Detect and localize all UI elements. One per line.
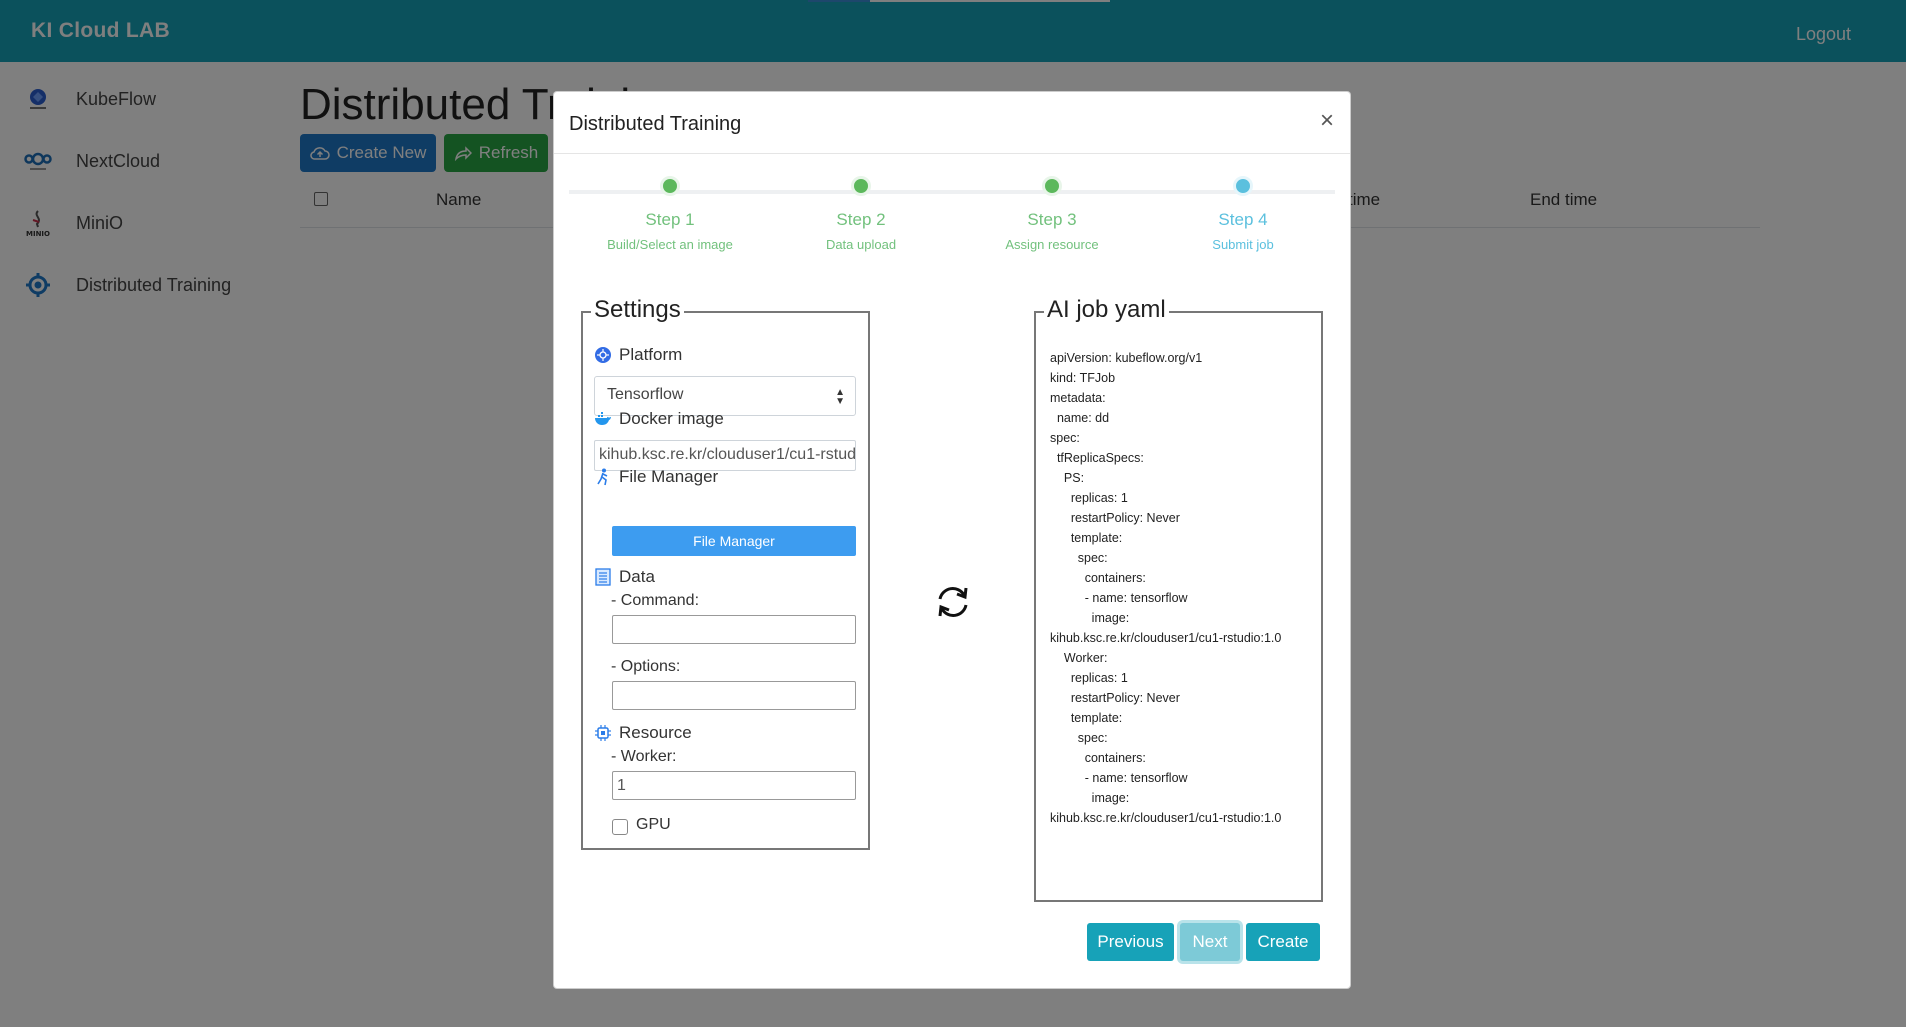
settings-legend: Settings xyxy=(591,296,684,324)
docker-icon xyxy=(594,410,612,428)
platform-select-value: Tensorflow xyxy=(607,386,684,403)
settings-fieldset: Settings Platform Tensorflow ▲ ▼ Docker i… xyxy=(581,296,870,850)
previous-button[interactable]: Previous xyxy=(1087,923,1174,961)
resource-label: Resource xyxy=(594,723,692,743)
docker-image-label: Docker image xyxy=(594,409,724,429)
kubernetes-icon xyxy=(594,346,612,364)
options-label: - Options: xyxy=(611,658,681,675)
running-person-icon xyxy=(594,468,612,486)
gpu-label: GPU xyxy=(636,816,671,833)
distributed-training-modal: Distributed Training × Step 1 Build/Sele… xyxy=(553,91,1351,989)
data-label-text: Data xyxy=(619,567,655,586)
step-title: Step 2 xyxy=(836,210,886,229)
step-subtitle: Build/Select an image xyxy=(607,237,733,252)
command-input[interactable] xyxy=(612,615,856,644)
chip-icon xyxy=(594,724,612,742)
step-title: Step 3 xyxy=(1027,210,1077,229)
step-subtitle: Submit job xyxy=(1212,237,1274,252)
options-input[interactable] xyxy=(612,681,856,710)
close-icon[interactable]: × xyxy=(1320,109,1334,133)
platform-label: Platform xyxy=(594,345,682,365)
create-button[interactable]: Create xyxy=(1246,923,1320,961)
modal-header: Distributed Training × xyxy=(554,92,1350,154)
command-label: - Command: xyxy=(611,592,700,609)
document-list-icon xyxy=(594,568,612,586)
step-4[interactable]: Step 4 Submit job xyxy=(1163,176,1323,252)
next-button[interactable]: Next xyxy=(1180,923,1240,961)
yaml-legend: AI job yaml xyxy=(1044,296,1169,324)
step-3[interactable]: Step 3 Assign resource xyxy=(972,176,1132,252)
select-caret-icon: ▲ ▼ xyxy=(835,387,845,407)
file-manager-button[interactable]: File Manager xyxy=(612,526,856,556)
gpu-checkbox[interactable] xyxy=(612,819,628,835)
step-dot xyxy=(1233,176,1253,196)
step-dot xyxy=(660,176,680,196)
step-subtitle: Assign resource xyxy=(1005,237,1099,252)
step-1[interactable]: Step 1 Build/Select an image xyxy=(590,176,750,252)
step-2[interactable]: Step 2 Data upload xyxy=(781,176,941,252)
worker-label: - Worker: xyxy=(611,748,677,765)
docker-image-label-text: Docker image xyxy=(619,409,724,428)
sync-icon xyxy=(938,587,968,617)
file-manager-label-text: File Manager xyxy=(619,467,719,486)
worker-input[interactable]: 1 xyxy=(612,771,856,800)
modal-title: Distributed Training xyxy=(569,113,742,135)
step-title: Step 1 xyxy=(645,210,695,229)
resource-label-text: Resource xyxy=(619,723,692,742)
file-manager-label: File Manager xyxy=(594,467,718,487)
platform-label-text: Platform xyxy=(619,345,683,364)
data-label: Data xyxy=(594,567,655,587)
step-dot xyxy=(851,176,871,196)
yaml-content[interactable]: apiVersion: kubeflow.org/v1 kind: TFJob … xyxy=(1050,348,1320,828)
step-dot xyxy=(1042,176,1062,196)
ai-job-yaml-fieldset: AI job yaml apiVersion: kubeflow.org/v1 … xyxy=(1034,296,1323,902)
step-title: Step 4 xyxy=(1218,210,1268,229)
step-subtitle: Data upload xyxy=(825,237,897,252)
